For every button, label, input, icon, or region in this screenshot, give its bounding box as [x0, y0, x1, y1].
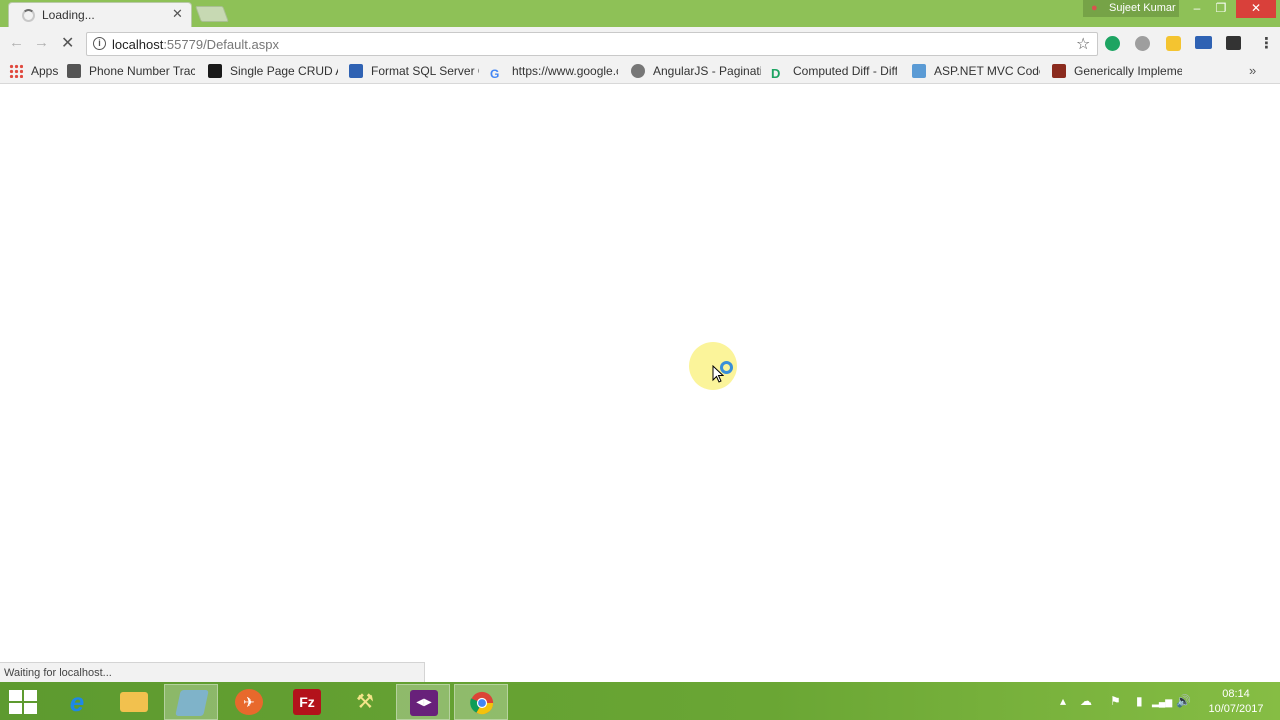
- notepad-icon: [175, 690, 209, 716]
- url-path: :55779/Default.aspx: [163, 37, 279, 52]
- address-bar[interactable]: i localhost:55779/Default.aspx ☆: [86, 32, 1098, 56]
- loading-spinner-icon: [22, 9, 35, 22]
- network-icon[interactable]: ▂▄▆: [1152, 697, 1172, 708]
- clock-time: 08:14: [1222, 688, 1250, 700]
- minimize-button[interactable]: –: [1184, 0, 1210, 18]
- site-info-icon[interactable]: i: [93, 37, 106, 50]
- taskbar-tools[interactable]: ⚒: [338, 684, 392, 720]
- bookmark-item[interactable]: Phone Number Track: [67, 64, 195, 78]
- page-content: [0, 85, 1280, 682]
- book-icon: [1052, 64, 1066, 78]
- taskbar-file-explorer[interactable]: [107, 684, 161, 720]
- taskbar-filezilla[interactable]: Fz: [280, 684, 334, 720]
- browser-tab[interactable]: Loading... ✕: [8, 2, 192, 27]
- windows-taskbar: e ✈ Fz ⚒ ◀▶ ▴ ☁ ⚑ ▮ ▂▄▆ 🔊 08:14 10/07/20…: [0, 682, 1280, 720]
- tab-close-icon[interactable]: ✕: [172, 6, 183, 22]
- aspnet-icon: [912, 64, 926, 78]
- bookmark-item[interactable]: D Computed Diff - Diff: [771, 64, 897, 81]
- tab-title: Loading...: [42, 8, 95, 22]
- bookmark-apps[interactable]: Apps: [9, 64, 58, 78]
- url-text: localhost:55779/Default.aspx: [112, 37, 279, 52]
- apps-grid-icon: [9, 64, 23, 78]
- browser-toolbar: ← → ✕ i localhost:55779/Default.aspx ☆ ⋮: [0, 27, 1280, 60]
- stop-loading-button[interactable]: ✕: [61, 33, 74, 53]
- show-hidden-icons-button[interactable]: ▴: [1060, 694, 1066, 708]
- taskbar-visual-studio[interactable]: ◀▶: [396, 684, 450, 720]
- status-bubble: Waiting for localhost...: [0, 662, 425, 682]
- taskbar-internet-explorer[interactable]: e: [50, 684, 104, 720]
- profile-icon: ●: [1091, 2, 1098, 14]
- diff-icon: D: [771, 66, 781, 81]
- start-button[interactable]: [9, 690, 37, 714]
- bookmark-item[interactable]: Ghttps://www.google.c: [490, 64, 618, 81]
- rocket-icon: ✈: [235, 689, 263, 715]
- chrome-menu-button[interactable]: ⋮: [1259, 34, 1274, 52]
- internet-explorer-icon: e: [69, 687, 85, 717]
- forward-button[interactable]: →: [34, 34, 49, 51]
- taskbar-notepad[interactable]: [164, 684, 218, 720]
- profile-name: Sujeet Kumar: [1109, 2, 1176, 14]
- google-icon: G: [490, 67, 500, 81]
- visual-studio-icon: ◀▶: [410, 690, 438, 716]
- bookmark-item[interactable]: Generically Implemer: [1052, 64, 1182, 78]
- bookmark-star-icon[interactable]: ☆: [1076, 34, 1090, 54]
- filezilla-icon: Fz: [293, 689, 321, 715]
- extension-dark-icon[interactable]: [1226, 36, 1241, 50]
- sql-icon: [349, 64, 363, 78]
- weather-extension-icon[interactable]: [1166, 36, 1181, 51]
- cloud-tray-icon[interactable]: ☁: [1080, 694, 1092, 708]
- bookmarks-bar: Apps Phone Number Track Single Page CRUD…: [0, 60, 1280, 84]
- maximize-button[interactable]: ❐: [1208, 0, 1234, 18]
- more-bookmarks-button[interactable]: »: [1249, 63, 1256, 78]
- bookmark-item[interactable]: AngularJS - Paginatio: [631, 64, 761, 78]
- chrome-icon: [470, 691, 494, 715]
- volume-icon[interactable]: 🔊: [1176, 694, 1191, 708]
- mouse-pointer-icon: [712, 365, 724, 383]
- bookmark-item[interactable]: ASP.NET MVC Code F: [912, 64, 1040, 78]
- bookmark-item[interactable]: Single Page CRUD Ap: [208, 64, 338, 78]
- clock-date: 10/07/2017: [1208, 703, 1264, 715]
- title-bar: Loading... ✕ ● Sujeet Kumar – ❐ ✕: [0, 0, 1280, 27]
- battery-icon[interactable]: ▮: [1136, 694, 1143, 708]
- taskbar-chrome[interactable]: [454, 684, 508, 720]
- url-host: localhost: [112, 37, 164, 52]
- bookmark-item[interactable]: Format SQL Server Q: [349, 64, 479, 78]
- news-extension-icon[interactable]: [1195, 36, 1212, 49]
- user-icon: [631, 64, 645, 78]
- taskbar-rocket-app[interactable]: ✈: [222, 684, 276, 720]
- back-button[interactable]: ←: [9, 34, 24, 51]
- extension-green-icon[interactable]: [1105, 36, 1120, 51]
- page-icon: [67, 64, 81, 78]
- tools-icon: ⚒: [356, 691, 374, 713]
- new-tab-button[interactable]: [195, 6, 229, 22]
- folder-icon: [120, 692, 148, 712]
- close-window-button[interactable]: ✕: [1236, 0, 1276, 18]
- profile-button[interactable]: ● Sujeet Kumar: [1083, 0, 1179, 17]
- taskbar-clock[interactable]: 08:14 10/07/2017: [1200, 687, 1272, 717]
- action-center-icon[interactable]: ⚑: [1110, 694, 1121, 708]
- extension-gray-icon[interactable]: [1135, 36, 1150, 51]
- site-icon: [208, 64, 222, 78]
